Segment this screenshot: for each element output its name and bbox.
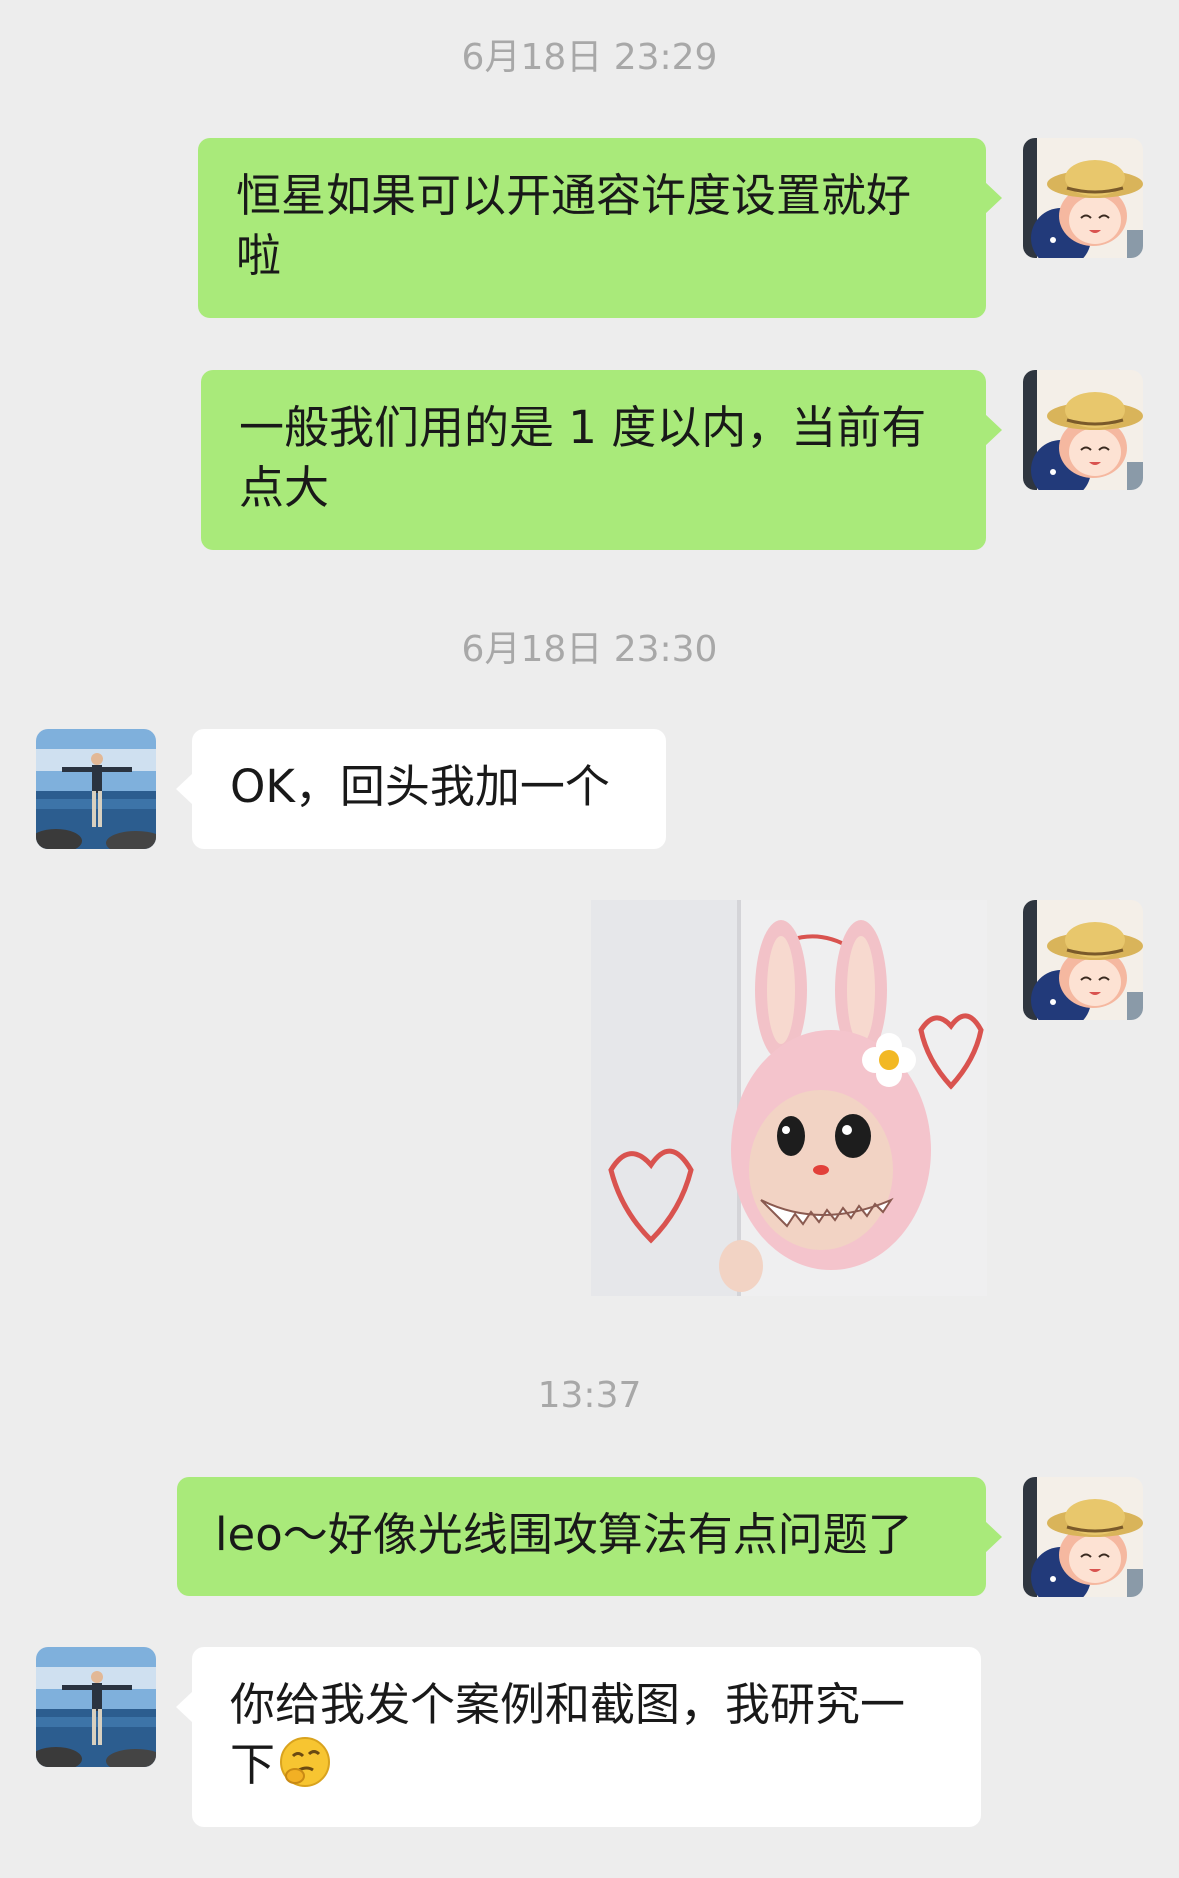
anime-girl-straw-hat-avatar-icon bbox=[1023, 138, 1143, 258]
message-bubble-sent[interactable]: 恒星如果可以开通容许度设置就好啦 bbox=[198, 138, 1002, 318]
chat-timestamp: 6月18日 23:29 bbox=[461, 37, 718, 78]
my-avatar[interactable] bbox=[1023, 900, 1143, 1020]
my-avatar[interactable] bbox=[1023, 370, 1143, 490]
message-text: OK，回头我加一个 bbox=[230, 760, 610, 813]
anime-girl-straw-hat-avatar-icon bbox=[1023, 900, 1143, 1020]
message-bubble-received[interactable]: OK，回头我加一个 bbox=[176, 729, 666, 849]
anime-girl-straw-hat-avatar-icon bbox=[1023, 1477, 1143, 1597]
message-bubble-sent[interactable]: 一般我们用的是 1 度以内，当前有点大 bbox=[201, 370, 1002, 550]
my-avatar[interactable] bbox=[1023, 1477, 1143, 1597]
chat-timestamp: 6月18日 23:30 bbox=[461, 629, 718, 670]
message-text: 你给我发个案例和截图，我研究一下 bbox=[230, 1678, 906, 1791]
contact-avatar[interactable] bbox=[36, 1647, 156, 1767]
my-avatar[interactable] bbox=[1023, 138, 1143, 258]
message-text: 一般我们用的是 1 度以内，当前有点大 bbox=[239, 401, 927, 514]
message-text: 恒星如果可以开通容许度设置就好啦 bbox=[236, 169, 912, 282]
thinking-face-icon bbox=[280, 1737, 331, 1787]
pink-bunny-toy-sticker-icon bbox=[591, 900, 987, 1296]
man-by-sea-avatar-icon bbox=[36, 729, 156, 849]
message-bubble-sent[interactable]: leo～好像光线围攻算法有点问题了 bbox=[177, 1477, 1002, 1596]
message-bubble-received[interactable]: 你给我发个案例和截图，我研究一下 bbox=[176, 1647, 981, 1827]
anime-girl-straw-hat-avatar-icon bbox=[1023, 370, 1143, 490]
man-by-sea-avatar-icon bbox=[36, 1647, 156, 1767]
contact-avatar[interactable] bbox=[36, 729, 156, 849]
image-message[interactable] bbox=[591, 900, 987, 1296]
chat-timestamp: 13:37 bbox=[537, 1375, 642, 1416]
message-text: leo～好像光线围攻算法有点问题了 bbox=[215, 1508, 913, 1561]
